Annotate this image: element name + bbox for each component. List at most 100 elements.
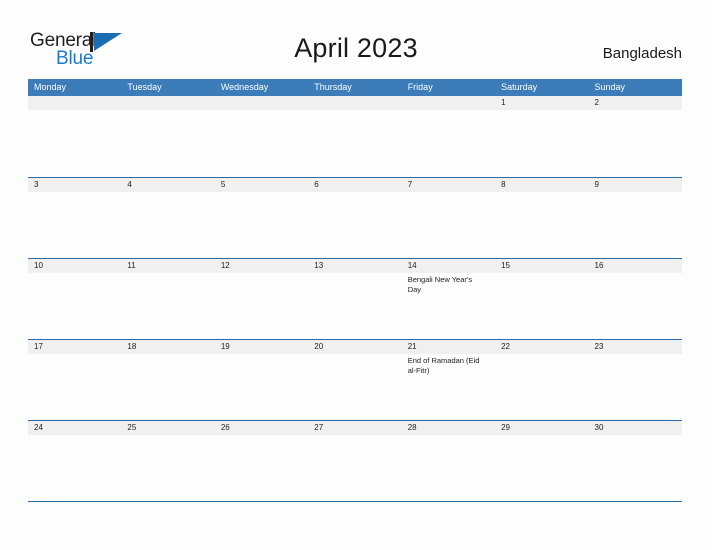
weekday-header-sunday: Sunday — [594, 82, 626, 92]
date-number-strip: 17 18 19 20 21 22 23 — [28, 340, 682, 354]
day-number-15[interactable]: 15 — [495, 259, 588, 273]
event-strip — [28, 192, 682, 194]
weekday-header-friday: Friday — [407, 82, 433, 92]
day-number-29[interactable]: 29 — [495, 421, 588, 435]
day-events-empty — [402, 435, 495, 437]
day-events-empty — [28, 110, 121, 112]
day-number-18[interactable]: 18 — [121, 340, 214, 354]
day-events-empty — [215, 354, 308, 375]
weekday-header-wednesday: Wednesday — [220, 82, 269, 92]
day-number-19[interactable]: 19 — [215, 340, 308, 354]
day-number-25[interactable]: 25 — [121, 421, 214, 435]
date-number-strip: 10 11 12 13 14 15 16 — [28, 259, 682, 273]
day-events-empty — [402, 192, 495, 194]
day-number-26[interactable]: 26 — [215, 421, 308, 435]
day-events-empty — [495, 110, 588, 112]
day-events-empty — [215, 192, 308, 194]
calendar-bottom-rule — [28, 501, 682, 502]
day-number-7[interactable]: 7 — [402, 178, 495, 192]
calendar-week-row: 3456789 — [28, 177, 682, 258]
calendar-grid: Monday Tuesday Wednesday Thursday Friday Satu… — [28, 79, 682, 502]
weekday-header-row: Monday Tuesday Wednesday Thursday Friday Satu… — [28, 79, 682, 96]
calendar-week-row: 17 18 19 20 21 22 23 End of Ramadan (Eid al-Fit… — [28, 339, 682, 420]
day-number-21[interactable]: 21 — [402, 340, 495, 354]
day-events-empty — [28, 192, 121, 194]
day-events-empty — [121, 110, 214, 112]
calendar-week-row: 10 11 12 13 14 15 16 Bengali New Year's Day — [28, 258, 682, 339]
event-strip: Bengali New Year's Day — [28, 273, 682, 294]
day-events-14[interactable]: Bengali New Year's Day — [402, 273, 495, 294]
day-events-empty — [121, 192, 214, 194]
event-label: Bengali New Year's Day — [407, 275, 473, 294]
day-number-empty — [28, 96, 121, 110]
day-events-empty — [308, 110, 401, 112]
weekday-header-tuesday: Tuesday — [127, 82, 162, 92]
day-number-empty — [402, 96, 495, 110]
day-events-empty — [215, 273, 308, 294]
day-events-empty — [402, 110, 495, 112]
day-number-empty — [121, 96, 214, 110]
day-number-27[interactable]: 27 — [308, 421, 401, 435]
day-events-empty — [589, 435, 682, 437]
event-label: End of Ramadan (Eid al-Fitr) — [407, 356, 480, 375]
day-events-empty — [308, 273, 401, 294]
day-number-28[interactable]: 28 — [402, 421, 495, 435]
day-events-empty — [589, 110, 682, 112]
day-events-empty — [308, 354, 401, 375]
day-events-empty — [28, 273, 121, 294]
day-number-4[interactable]: 4 — [121, 178, 214, 192]
day-events-empty — [28, 354, 121, 375]
day-events-21[interactable]: End of Ramadan (Eid al-Fitr) — [402, 354, 495, 375]
day-number-11[interactable]: 11 — [121, 259, 214, 273]
day-events-empty — [495, 354, 588, 375]
day-number-20[interactable]: 20 — [308, 340, 401, 354]
day-events-empty — [121, 273, 214, 294]
weekday-header-thursday: Thursday — [314, 82, 352, 92]
calendar-weeks: 1 2 3 4 5 6 7 8 9 10 11 12 13 14 15 16 Bengali New Year'… — [28, 96, 682, 501]
day-events-empty — [121, 435, 214, 437]
day-number-12[interactable]: 12 — [215, 259, 308, 273]
day-events-empty — [589, 354, 682, 375]
day-number-16[interactable]: 16 — [589, 259, 682, 273]
day-events-empty — [215, 435, 308, 437]
calendar-week-row: 24 25 26 27 28 29 30 — [28, 420, 682, 501]
day-number-24[interactable]: 24 — [28, 421, 121, 435]
date-number-strip: 24 25 26 27 28 29 30 — [28, 421, 682, 435]
day-events-empty — [28, 435, 121, 437]
day-number-23[interactable]: 23 — [589, 340, 682, 354]
day-number-17[interactable]: 17 — [28, 340, 121, 354]
day-number-empty — [215, 96, 308, 110]
day-events-empty — [495, 435, 588, 437]
day-number-10[interactable]: 10 — [28, 259, 121, 273]
day-number-9[interactable]: 9 — [589, 178, 682, 192]
day-number-1[interactable]: 1 — [495, 96, 588, 110]
day-events-empty — [589, 192, 682, 194]
day-number-14[interactable]: 14 — [402, 259, 495, 273]
day-events-empty — [589, 273, 682, 294]
day-events-empty — [121, 354, 214, 375]
day-events-empty — [308, 192, 401, 194]
day-events-empty — [215, 110, 308, 112]
page-header: General Blue April 2023 Bangladesh — [0, 0, 712, 78]
day-number-13[interactable]: 13 — [308, 259, 401, 273]
date-number-strip: 3456789 — [28, 178, 682, 192]
event-strip — [28, 110, 682, 112]
day-number-8[interactable]: 8 — [495, 178, 588, 192]
country-label: Bangladesh — [602, 45, 682, 62]
day-events-empty — [495, 273, 588, 294]
date-number-strip: 12 — [28, 96, 682, 110]
day-number-5[interactable]: 5 — [215, 178, 308, 192]
day-number-30[interactable]: 30 — [589, 421, 682, 435]
day-events-empty — [308, 435, 401, 437]
weekday-header-monday: Monday — [34, 82, 67, 92]
day-events-empty — [495, 192, 588, 194]
day-number-22[interactable]: 22 — [495, 340, 588, 354]
day-number-6[interactable]: 6 — [308, 178, 401, 192]
event-strip: End of Ramadan (Eid al-Fitr) — [28, 354, 682, 375]
day-number-3[interactable]: 3 — [28, 178, 121, 192]
day-number-2[interactable]: 2 — [589, 96, 682, 110]
event-strip — [28, 435, 682, 437]
calendar-week-row: 12 — [28, 96, 682, 177]
weekday-header-saturday: Saturday — [501, 82, 538, 92]
day-number-empty — [308, 96, 401, 110]
